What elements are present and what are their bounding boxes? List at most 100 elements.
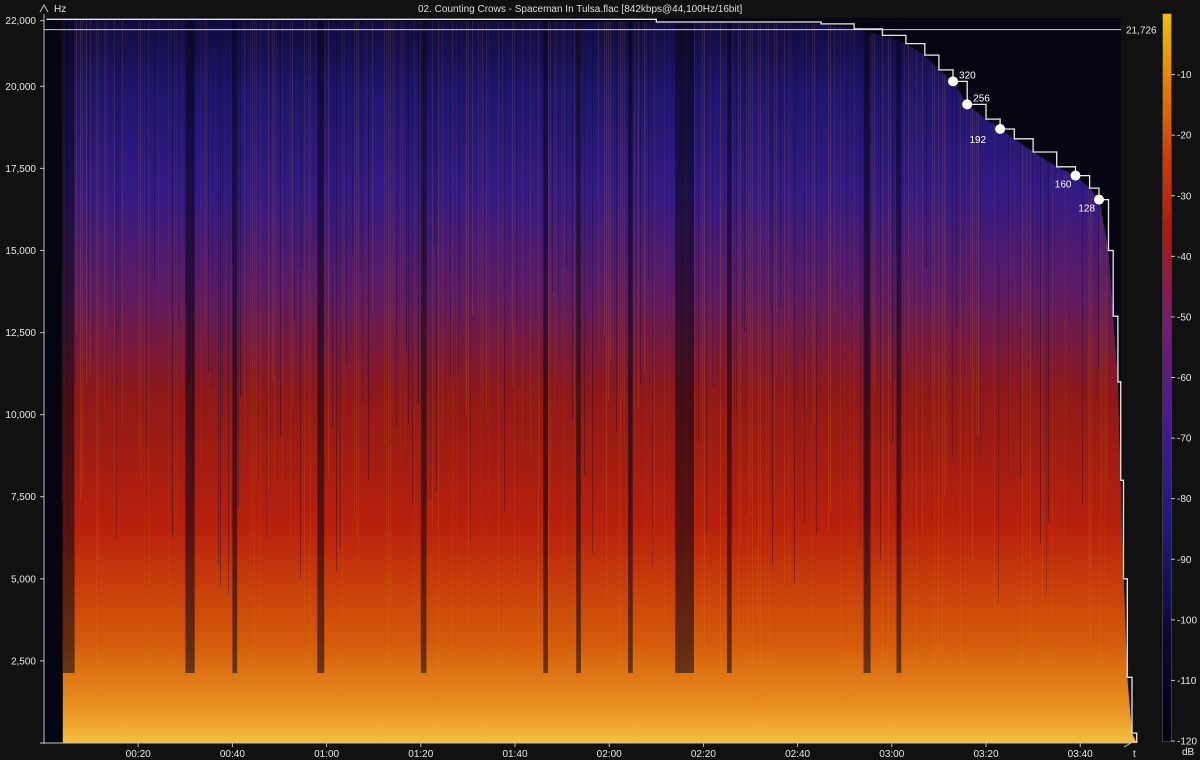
spectrum-texture [90, 19, 91, 376]
colorbar-tick-label: -20 [1177, 131, 1192, 142]
spectrum-texture [144, 19, 145, 725]
spectrum-texture [768, 23, 769, 689]
spectrum-texture [530, 21, 531, 460]
spectrum-texture [76, 19, 77, 331]
spectrum-texture [648, 21, 649, 280]
spectrum-texture [418, 20, 419, 404]
x-tick-label: 03:20 [973, 749, 998, 760]
spectrum-texture [98, 19, 99, 571]
spectrum-texture [654, 21, 655, 531]
spectrum-texture [170, 19, 171, 345]
y-tick-label: 15,000 [5, 246, 36, 257]
spectrum-texture [722, 22, 723, 365]
spectrum-texture [942, 72, 943, 652]
spectrum-texture [776, 23, 777, 376]
spectrum-texture [640, 21, 641, 384]
spectrum-texture [386, 20, 387, 583]
spectrum-texture [280, 20, 281, 438]
spectrum-texture [240, 20, 241, 398]
x-tick-label: 02:20 [691, 749, 716, 760]
spectrum-texture [604, 21, 605, 336]
spectrum-texture [1066, 171, 1067, 441]
spectrum-texture [1046, 160, 1047, 594]
spectrum-texture [860, 30, 861, 545]
spectrum-texture [106, 19, 107, 330]
spectrum-texture [480, 21, 481, 743]
spectrum-texture [316, 20, 317, 564]
colorbar-tick-label: -30 [1177, 191, 1192, 202]
spectrum-texture [466, 21, 467, 415]
spectrum-texture [598, 21, 599, 352]
spectrum-texture [206, 20, 207, 323]
colorbar [1163, 14, 1171, 741]
spectrum-texture [116, 19, 117, 540]
y-tick-label: 20,000 [5, 82, 36, 93]
spectrum-texture [830, 25, 831, 511]
spectrum-texture [432, 20, 433, 526]
spectrum-texture [1008, 134, 1009, 473]
spectrum-texture [458, 21, 459, 375]
spectrum-texture [308, 20, 309, 463]
spectrum-texture [138, 19, 139, 450]
spectrum-texture [644, 21, 645, 374]
spectrum-texture [738, 22, 739, 643]
spectrum-texture [450, 21, 451, 377]
spectrum-texture [178, 19, 179, 321]
spectrum-texture [428, 20, 429, 341]
spectrum-texture [452, 21, 453, 655]
quiet-segment [726, 20, 732, 673]
spectrum-texture [456, 21, 457, 583]
colorbar-tick-label: -120 [1177, 737, 1197, 748]
quiet-segment [896, 20, 902, 673]
spectrum-texture [92, 19, 93, 364]
spectrum-texture [342, 20, 343, 695]
bitrate-marker-256 [962, 99, 973, 110]
bitrate-marker-label: 256 [973, 93, 990, 104]
spectrum-texture [1098, 198, 1099, 369]
quiet-segment [420, 20, 427, 673]
spectrum-texture [980, 114, 981, 465]
spectrum-texture [766, 23, 767, 537]
colorbar-tick-label: -100 [1177, 615, 1197, 626]
max-frequency-label: 21,726 [1126, 26, 1157, 37]
spectrum-texture [1100, 204, 1101, 668]
spectrum-texture [146, 19, 147, 449]
spectrum-texture [934, 64, 935, 695]
spectrum-texture [620, 21, 621, 664]
spectrum-texture [750, 23, 751, 517]
spectrum-texture [880, 34, 881, 559]
spectrum-texture [140, 19, 141, 480]
spectrum-texture [470, 21, 471, 542]
spectrum-texture [760, 23, 761, 693]
spectrum-texture [402, 20, 403, 374]
spectrum-texture [1040, 156, 1041, 544]
spectrum-texture [408, 20, 409, 425]
x-tick-label: 01:40 [502, 749, 527, 760]
spectrum-texture [646, 21, 647, 668]
spectrum-texture [904, 42, 905, 519]
x-axis-label: t [1133, 749, 1136, 760]
spectrum-texture [888, 37, 889, 635]
spectrum-texture [174, 19, 175, 524]
spectrum-texture [606, 21, 607, 598]
spectrum-texture [256, 20, 257, 479]
spectrum-texture [1088, 186, 1089, 626]
spectrum-texture [220, 20, 221, 587]
spectrum-texture [400, 20, 401, 463]
spectrum-texture [740, 22, 741, 546]
spectrum-texture [882, 35, 883, 662]
y-tick-label: 12,500 [5, 328, 36, 339]
spectrum-texture [788, 23, 789, 575]
spectrum-texture [276, 20, 277, 322]
spectrum-texture [502, 21, 503, 367]
y-tick-label: 17,500 [5, 164, 36, 175]
spectrum-texture [430, 20, 431, 500]
x-tick-label: 03:00 [879, 749, 904, 760]
spectrum-texture [584, 21, 585, 476]
spectrum-texture [158, 19, 159, 320]
spectrum-texture [564, 21, 565, 566]
spectrum-texture [228, 20, 229, 595]
spectrum-texture [360, 20, 361, 271]
spectrum-texture [926, 56, 927, 270]
x-tick-label: 03:40 [1068, 749, 1093, 760]
